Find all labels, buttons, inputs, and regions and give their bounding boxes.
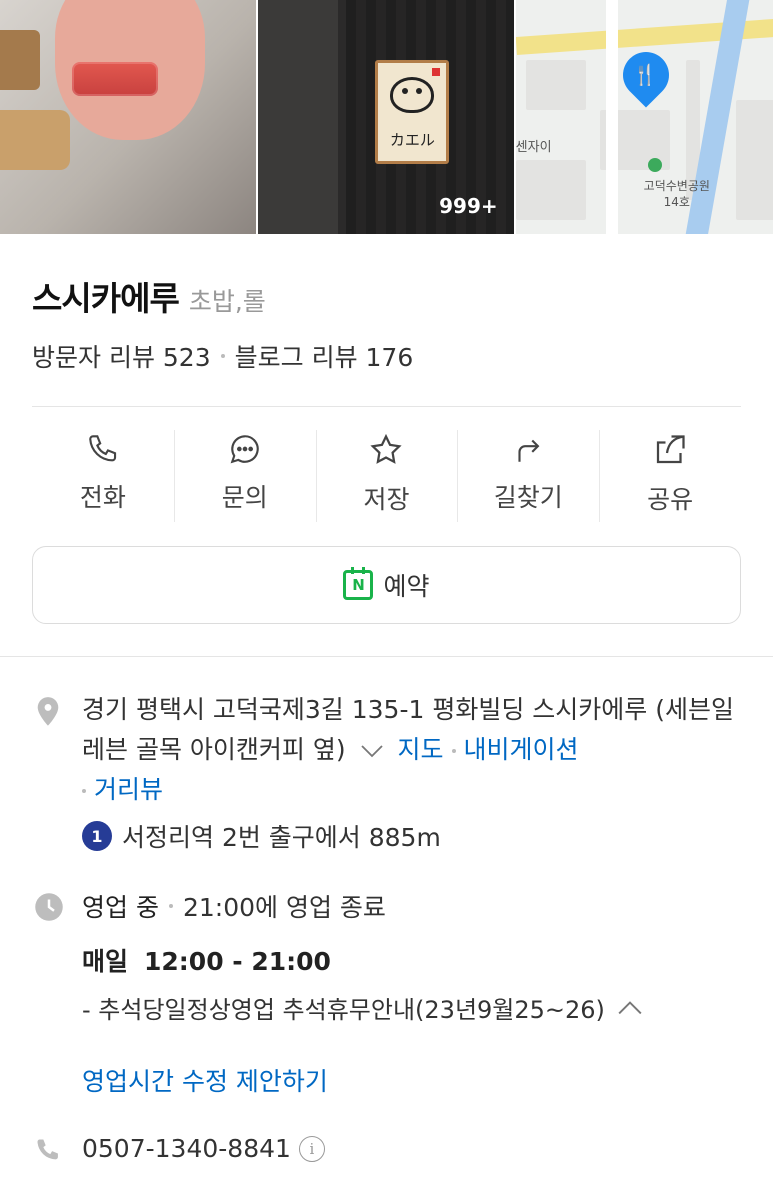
shop-sign: カエル bbox=[375, 60, 450, 164]
street-view-link[interactable]: 거리뷰 bbox=[94, 775, 163, 804]
status-close-time: 21:00에 영업 종료 bbox=[182, 893, 386, 922]
save-button[interactable]: 저장 bbox=[315, 430, 458, 522]
directions-icon bbox=[518, 439, 540, 462]
cutting-board bbox=[0, 110, 70, 170]
hours-note-text: - 추석당일정상영업 추석휴무안내(23년9월25~26) bbox=[82, 996, 605, 1024]
map-block bbox=[515, 160, 586, 220]
pillar bbox=[258, 0, 339, 234]
hours-note: - 추석당일정상영업 추석휴무안내(23년9월25~26) bbox=[82, 990, 643, 1025]
map-thumbnail[interactable]: 🍴 센자이 고덕수변공원 14호 bbox=[515, 0, 773, 234]
place-header: 스시카에루 초밥,롤 bbox=[32, 272, 266, 320]
cutting-board bbox=[0, 30, 40, 90]
phone-number[interactable]: 0507-1340-8841 bbox=[82, 1134, 291, 1163]
naver-calendar-icon: N bbox=[343, 567, 374, 600]
phone-icon bbox=[89, 435, 116, 462]
map-pin-icon: 🍴 bbox=[613, 42, 679, 108]
clock-icon bbox=[35, 893, 63, 921]
phone-icon bbox=[37, 1139, 58, 1160]
location-pin-icon bbox=[37, 697, 59, 726]
review-summary: 방문자 리뷰 523 블로그 리뷰 176 bbox=[32, 338, 413, 374]
separator-dot bbox=[220, 354, 225, 358]
photo-sign[interactable]: カエル 999+ bbox=[258, 0, 514, 234]
hours-time: 12:00 - 21:00 bbox=[144, 947, 331, 976]
place-name: 스시카에루 bbox=[32, 279, 180, 318]
phone-row: 0507-1340-8841 i bbox=[82, 1134, 325, 1163]
subway-info: 1 서정리역 2번 출구에서 885m bbox=[82, 818, 441, 854]
chat-icon bbox=[230, 435, 259, 464]
sign-text: カエル bbox=[389, 131, 435, 149]
hours-day: 매일 bbox=[82, 947, 129, 976]
share-button[interactable]: 공유 bbox=[599, 430, 741, 522]
inquiry-button[interactable]: 문의 bbox=[173, 430, 316, 522]
reserve-label: 예약 bbox=[383, 572, 430, 601]
separator-dot bbox=[82, 789, 86, 793]
visitor-review-link[interactable]: 방문자 리뷰 523 bbox=[32, 338, 211, 374]
chevron-up-icon[interactable] bbox=[617, 1000, 643, 1016]
separator-dot bbox=[168, 904, 173, 908]
subway-text: 서정리역 2번 출구에서 885m bbox=[122, 823, 441, 852]
share-icon bbox=[656, 435, 685, 464]
save-label: 저장 bbox=[363, 485, 410, 514]
call-button[interactable]: 전화 bbox=[32, 430, 174, 522]
business-status: 영업 중 21:00에 영업 종료 bbox=[82, 888, 386, 924]
photo-sushi[interactable] bbox=[0, 0, 257, 234]
call-label: 전화 bbox=[79, 483, 126, 512]
map-link[interactable]: 지도 bbox=[398, 735, 444, 764]
photo-strip: カエル 999+ 🍴 센자이 고덕수변공원 14호 bbox=[0, 0, 773, 234]
place-category: 초밥,롤 bbox=[188, 287, 266, 316]
status-open: 영업 중 bbox=[82, 893, 159, 922]
separator-dot bbox=[451, 749, 456, 753]
map-road bbox=[605, 0, 618, 234]
map-label: 센자이 bbox=[515, 140, 552, 155]
inquiry-label: 문의 bbox=[221, 483, 268, 512]
directions-label: 길찾기 bbox=[493, 483, 563, 512]
reserve-button[interactable]: N 예약 bbox=[32, 546, 741, 624]
frog-logo-icon bbox=[390, 77, 435, 113]
action-bar: 전화 문의 저장 길찾기 공유 bbox=[32, 430, 741, 522]
subway-line-badge: 1 bbox=[82, 821, 112, 851]
star-icon bbox=[370, 433, 403, 464]
navigation-link[interactable]: 내비게이션 bbox=[464, 735, 579, 764]
business-hours: 매일 12:00 - 21:00 bbox=[82, 942, 331, 978]
map-block bbox=[735, 100, 773, 220]
map-block bbox=[525, 60, 586, 110]
info-icon[interactable]: i bbox=[298, 1135, 325, 1162]
tuna-slice bbox=[72, 62, 158, 96]
photo-count: 999+ bbox=[439, 194, 498, 218]
share-label: 공유 bbox=[647, 485, 694, 514]
chevron-down-icon[interactable] bbox=[360, 744, 384, 758]
map-label: 고덕수변공원 14호 bbox=[643, 179, 710, 209]
directions-button[interactable]: 길찾기 bbox=[457, 430, 599, 522]
divider bbox=[32, 406, 741, 407]
divider bbox=[0, 656, 773, 657]
park-icon bbox=[647, 158, 662, 172]
address-block: 경기 평택시 고덕국제3길 135-1 평화빌딩 스시카에루 (세븐일레븐 골목… bbox=[82, 690, 742, 810]
suggest-hours-edit-link[interactable]: 영업시간 수정 제안하기 bbox=[82, 1062, 328, 1098]
blog-review-link[interactable]: 블로그 리뷰 176 bbox=[235, 338, 414, 374]
sign-mark bbox=[432, 68, 441, 76]
